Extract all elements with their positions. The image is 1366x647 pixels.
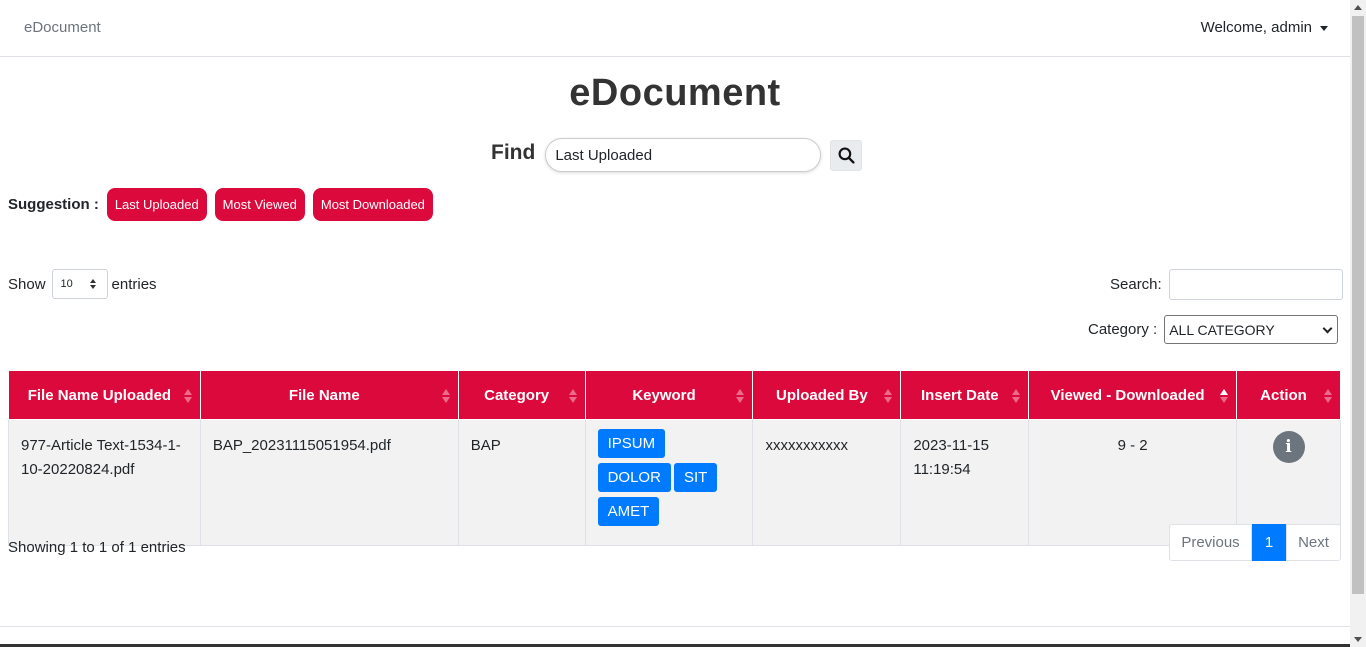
entries-label: entries xyxy=(111,275,157,293)
th-viewed-downloaded[interactable]: Viewed - Downloaded xyxy=(1028,370,1238,420)
cell-category: BAP xyxy=(457,419,586,546)
sort-icon xyxy=(884,389,893,403)
sort-icon xyxy=(1012,389,1021,403)
sort-icon xyxy=(1324,389,1332,403)
previous-page-button[interactable]: Previous xyxy=(1169,524,1252,561)
th-category[interactable]: Category xyxy=(457,370,586,420)
caret-down-icon xyxy=(1320,25,1328,31)
keyword-badge[interactable]: AMET xyxy=(597,497,660,526)
find-search-button[interactable] xyxy=(830,139,863,171)
th-insert-date[interactable]: Insert Date xyxy=(900,370,1030,420)
user-dropdown[interactable]: Welcome, admin xyxy=(1201,19,1328,36)
next-page-button[interactable]: Next xyxy=(1286,524,1341,561)
find-bar: Find xyxy=(491,138,863,172)
pagination: Previous 1 Next xyxy=(1169,524,1341,561)
suggestion-most-viewed-button[interactable]: Most Viewed xyxy=(214,188,305,221)
sort-asc-icon xyxy=(1220,389,1229,403)
updown-icon xyxy=(89,279,96,289)
show-label: Show xyxy=(8,275,46,293)
page-title: eDocument xyxy=(569,72,781,114)
find-input[interactable] xyxy=(545,138,822,172)
suggestion-label: Suggestion : xyxy=(8,196,99,213)
keyword-badge[interactable]: DOLOR xyxy=(597,463,671,492)
suggestion-bar: Suggestion : Last Uploaded Most Viewed M… xyxy=(8,188,441,221)
chevron-down-icon xyxy=(1322,323,1333,334)
sort-icon xyxy=(736,389,745,403)
category-selected-value: ALL CATEGORY xyxy=(1169,321,1275,338)
table-search-control: Search: xyxy=(1110,269,1343,300)
cell-file-name: BAP_20231115051954.pdf xyxy=(199,419,459,546)
footer-divider xyxy=(0,626,1350,627)
table-header-row: File Name Uploaded File Name Category Ke… xyxy=(8,370,1341,420)
th-keyword[interactable]: Keyword xyxy=(584,370,754,420)
sort-icon xyxy=(568,389,577,403)
scroll-down-arrow-icon[interactable] xyxy=(1354,637,1362,642)
scrollbar-thumb[interactable] xyxy=(1352,16,1364,594)
table-row: 977-Article Text-1534-1-10-20220824.pdf … xyxy=(8,419,1341,546)
search-icon xyxy=(838,147,855,164)
category-label: Category : xyxy=(1088,321,1158,338)
search-label: Search: xyxy=(1110,276,1162,293)
cell-file-name-uploaded: 977-Article Text-1534-1-10-20220824.pdf xyxy=(8,419,201,546)
cell-keywords: IPSUM DOLOR SIT AMET xyxy=(584,419,754,546)
sort-icon xyxy=(441,389,450,403)
table-search-input[interactable] xyxy=(1168,269,1343,300)
brand-link[interactable]: eDocument xyxy=(24,19,101,36)
info-icon[interactable]: i xyxy=(1272,431,1305,463)
th-uploaded-by[interactable]: Uploaded By xyxy=(752,370,902,420)
sort-icon xyxy=(183,389,192,403)
keyword-badge[interactable]: SIT xyxy=(673,463,718,492)
page-1-button[interactable]: 1 xyxy=(1252,524,1286,561)
keyword-badge[interactable]: IPSUM xyxy=(597,429,666,458)
suggestion-most-downloaded-button[interactable]: Most Downloaded xyxy=(312,188,433,221)
entries-length-select[interactable]: 10 xyxy=(51,269,108,299)
entries-length-control: Show 10 entries xyxy=(8,269,157,299)
cell-uploaded-by: xxxxxxxxxxx xyxy=(752,419,902,546)
vertical-scrollbar[interactable] xyxy=(1350,0,1366,647)
suggestion-last-uploaded-button[interactable]: Last Uploaded xyxy=(106,188,207,221)
welcome-text: Welcome, admin xyxy=(1200,19,1312,36)
cell-insert-date: 2023-11-15 11:19:54 xyxy=(900,419,1030,546)
table-info: Showing 1 to 1 of 1 entries xyxy=(8,539,186,556)
top-navbar: eDocument Welcome, admin xyxy=(0,0,1350,57)
category-select[interactable]: ALL CATEGORY xyxy=(1164,315,1339,344)
th-file-name-uploaded[interactable]: File Name Uploaded xyxy=(8,370,201,420)
th-action[interactable]: Action xyxy=(1236,370,1341,420)
scroll-up-arrow-icon[interactable] xyxy=(1354,5,1362,10)
th-file-name[interactable]: File Name xyxy=(199,370,459,420)
entries-length-value: 10 xyxy=(60,278,73,290)
category-filter: Category : ALL CATEGORY xyxy=(1088,315,1339,344)
documents-table: File Name Uploaded File Name Category Ke… xyxy=(8,370,1341,546)
find-label: Find xyxy=(491,141,536,164)
